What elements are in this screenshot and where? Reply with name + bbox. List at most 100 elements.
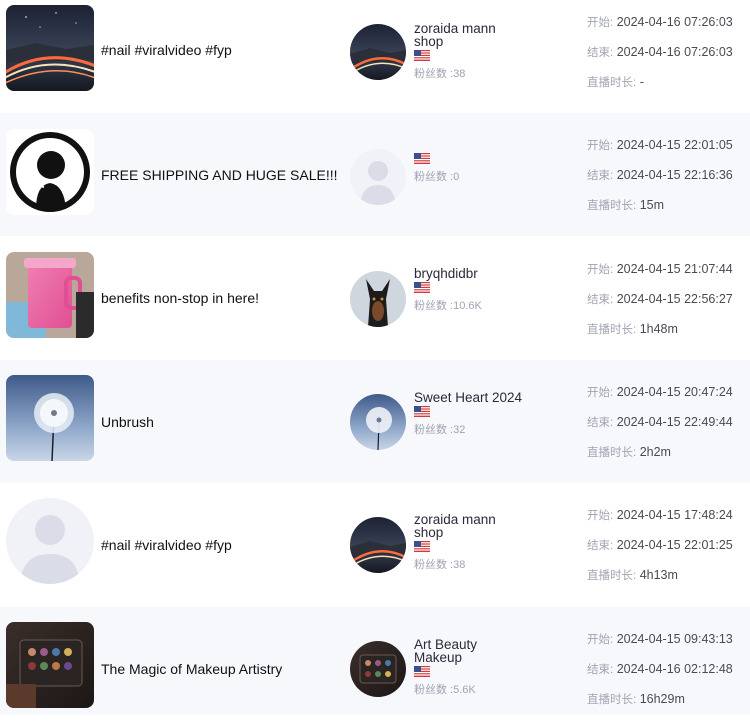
start-label: 开始:	[587, 17, 614, 29]
us-flag-icon	[414, 50, 430, 61]
anchor-details: zoraida mann shop 粉丝数 :38	[414, 22, 524, 81]
night-road-avatar[interactable]	[350, 517, 406, 573]
stream-title[interactable]: #nail #viralvideo #fyp	[101, 495, 232, 595]
duration: 直播时长: 4h13m	[587, 567, 747, 597]
anchor-details: Art Beauty Makeup 粉丝数 :5.6K	[414, 638, 524, 697]
silhouette-thumbnail[interactable]	[6, 129, 94, 215]
session-times: 开始: 2024-04-15 22:01:05 结束: 2024-04-15 2…	[587, 137, 747, 227]
start-label: 开始:	[587, 387, 614, 399]
duration-label: 直播时长:	[587, 200, 637, 212]
start-label: 开始:	[587, 510, 614, 522]
placeholder-avatar[interactable]	[350, 149, 406, 205]
live-session-row[interactable]: FREE SHIPPING AND HUGE SALE!!! 粉丝数 :0 开始…	[0, 113, 750, 236]
live-session-row[interactable]: The Magic of Makeup Artistry Art Beauty …	[0, 607, 750, 715]
start-label: 开始:	[587, 140, 614, 152]
pink-tumbler-thumbnail[interactable]	[6, 252, 94, 338]
end-label: 结束:	[587, 417, 614, 429]
follower-count: 粉丝数 :38	[414, 559, 466, 571]
duration-value: 4h13m	[639, 568, 678, 582]
anchor-name[interactable]: zoraida mann shop	[414, 513, 524, 540]
us-flag-icon	[414, 541, 430, 552]
stream-title[interactable]: The Magic of Makeup Artistry	[101, 619, 282, 719]
us-flag-icon	[414, 282, 430, 293]
duration-value: 2h2m	[639, 445, 671, 459]
duration: 直播时长: -	[587, 74, 747, 104]
dandelion-thumbnail[interactable]	[6, 375, 94, 461]
duration: 直播时长: 1h48m	[587, 321, 747, 351]
stream-title[interactable]: Unbrush	[101, 372, 154, 472]
duration-value: -	[639, 75, 644, 89]
duration-label: 直播时长:	[587, 694, 637, 706]
follower-count: 粉丝数 :10.6K	[414, 300, 482, 312]
anchor-details: Sweet Heart 2024 粉丝数 :32	[414, 391, 524, 437]
start-value: 2024-04-16 07:26:03	[616, 15, 733, 29]
stream-title[interactable]: #nail #viralvideo #fyp	[101, 0, 232, 100]
anchor-details: bryqhdidbr 粉丝数 :10.6K	[414, 267, 524, 313]
start-time: 开始: 2024-04-15 20:47:24	[587, 384, 747, 414]
stream-title[interactable]: benefits non-stop in here!	[101, 248, 259, 348]
follower-count: 粉丝数 :38	[414, 68, 466, 80]
end-label: 结束:	[587, 294, 614, 306]
live-session-row[interactable]: Unbrush Sweet Heart 2024 粉丝数 :32 开始: 202…	[0, 360, 750, 483]
end-time: 结束: 2024-04-15 22:56:27	[587, 291, 747, 321]
duration: 直播时长: 16h29m	[587, 691, 747, 721]
anchor-details: zoraida mann shop 粉丝数 :38	[414, 513, 524, 572]
start-value: 2024-04-15 17:48:24	[616, 508, 733, 522]
us-flag-icon	[414, 406, 430, 417]
anchor-details: 粉丝数 :0	[414, 151, 524, 184]
dandelion-avatar[interactable]	[350, 394, 406, 450]
duration-value: 16h29m	[639, 692, 685, 706]
doberman-avatar[interactable]	[350, 271, 406, 327]
end-time: 结束: 2024-04-16 02:12:48	[587, 661, 747, 691]
start-value: 2024-04-15 20:47:24	[616, 385, 733, 399]
duration-label: 直播时长:	[587, 447, 637, 459]
anchor-name[interactable]: Art Beauty Makeup	[414, 638, 524, 665]
end-label: 结束:	[587, 47, 614, 59]
start-value: 2024-04-15 21:07:44	[616, 262, 733, 276]
start-time: 开始: 2024-04-16 07:26:03	[587, 14, 747, 44]
night-road-thumbnail[interactable]	[6, 5, 94, 91]
start-time: 开始: 2024-04-15 09:43:13	[587, 631, 747, 661]
start-label: 开始:	[587, 264, 614, 276]
duration-value: 1h48m	[639, 322, 678, 336]
follower-count: 粉丝数 :32	[414, 424, 466, 436]
start-value: 2024-04-15 22:01:05	[616, 138, 733, 152]
anchor-name[interactable]: bryqhdidbr	[414, 267, 524, 281]
makeup-palette-avatar[interactable]	[350, 641, 406, 697]
live-session-row[interactable]: #nail #viralvideo #fyp zoraida mann shop	[0, 483, 750, 607]
anchor-name[interactable]: zoraida mann shop	[414, 22, 524, 49]
duration-label: 直播时长:	[587, 77, 637, 89]
start-time: 开始: 2024-04-15 21:07:44	[587, 261, 747, 291]
live-session-list: #nail #viralvideo #fyp zoraida mann shop	[0, 0, 750, 715]
session-times: 开始: 2024-04-16 07:26:03 结束: 2024-04-16 0…	[587, 14, 747, 104]
start-time: 开始: 2024-04-15 17:48:24	[587, 507, 747, 537]
end-value: 2024-04-16 02:12:48	[616, 662, 733, 676]
night-road-avatar[interactable]	[350, 24, 406, 80]
follower-count: 粉丝数 :5.6K	[414, 684, 476, 696]
makeup-palette-thumbnail[interactable]	[6, 622, 94, 708]
duration-label: 直播时长:	[587, 570, 637, 582]
placeholder-thumbnail[interactable]	[6, 498, 94, 584]
live-session-row[interactable]: #nail #viralvideo #fyp zoraida mann shop	[0, 0, 750, 113]
follower-count: 粉丝数 :0	[414, 171, 460, 183]
us-flag-icon	[414, 666, 430, 677]
session-times: 开始: 2024-04-15 09:43:13 结束: 2024-04-16 0…	[587, 631, 747, 721]
anchor-name[interactable]: Sweet Heart 2024	[414, 391, 524, 405]
live-session-row[interactable]: benefits non-stop in here! bryqhdidbr 粉丝…	[0, 236, 750, 360]
duration: 直播时长: 2h2m	[587, 444, 747, 474]
end-time: 结束: 2024-04-16 07:26:03	[587, 44, 747, 74]
session-times: 开始: 2024-04-15 20:47:24 结束: 2024-04-15 2…	[587, 384, 747, 474]
duration-label: 直播时长:	[587, 324, 637, 336]
end-value: 2024-04-15 22:16:36	[616, 168, 733, 182]
end-time: 结束: 2024-04-15 22:01:25	[587, 537, 747, 567]
end-label: 结束:	[587, 540, 614, 552]
end-time: 结束: 2024-04-15 22:49:44	[587, 414, 747, 444]
stream-title[interactable]: FREE SHIPPING AND HUGE SALE!!!	[101, 125, 338, 225]
end-time: 结束: 2024-04-15 22:16:36	[587, 167, 747, 197]
end-value: 2024-04-15 22:49:44	[616, 415, 733, 429]
session-times: 开始: 2024-04-15 17:48:24 结束: 2024-04-15 2…	[587, 507, 747, 597]
session-times: 开始: 2024-04-15 21:07:44 结束: 2024-04-15 2…	[587, 261, 747, 351]
end-value: 2024-04-16 07:26:03	[616, 45, 733, 59]
end-label: 结束:	[587, 170, 614, 182]
end-value: 2024-04-15 22:56:27	[616, 292, 733, 306]
